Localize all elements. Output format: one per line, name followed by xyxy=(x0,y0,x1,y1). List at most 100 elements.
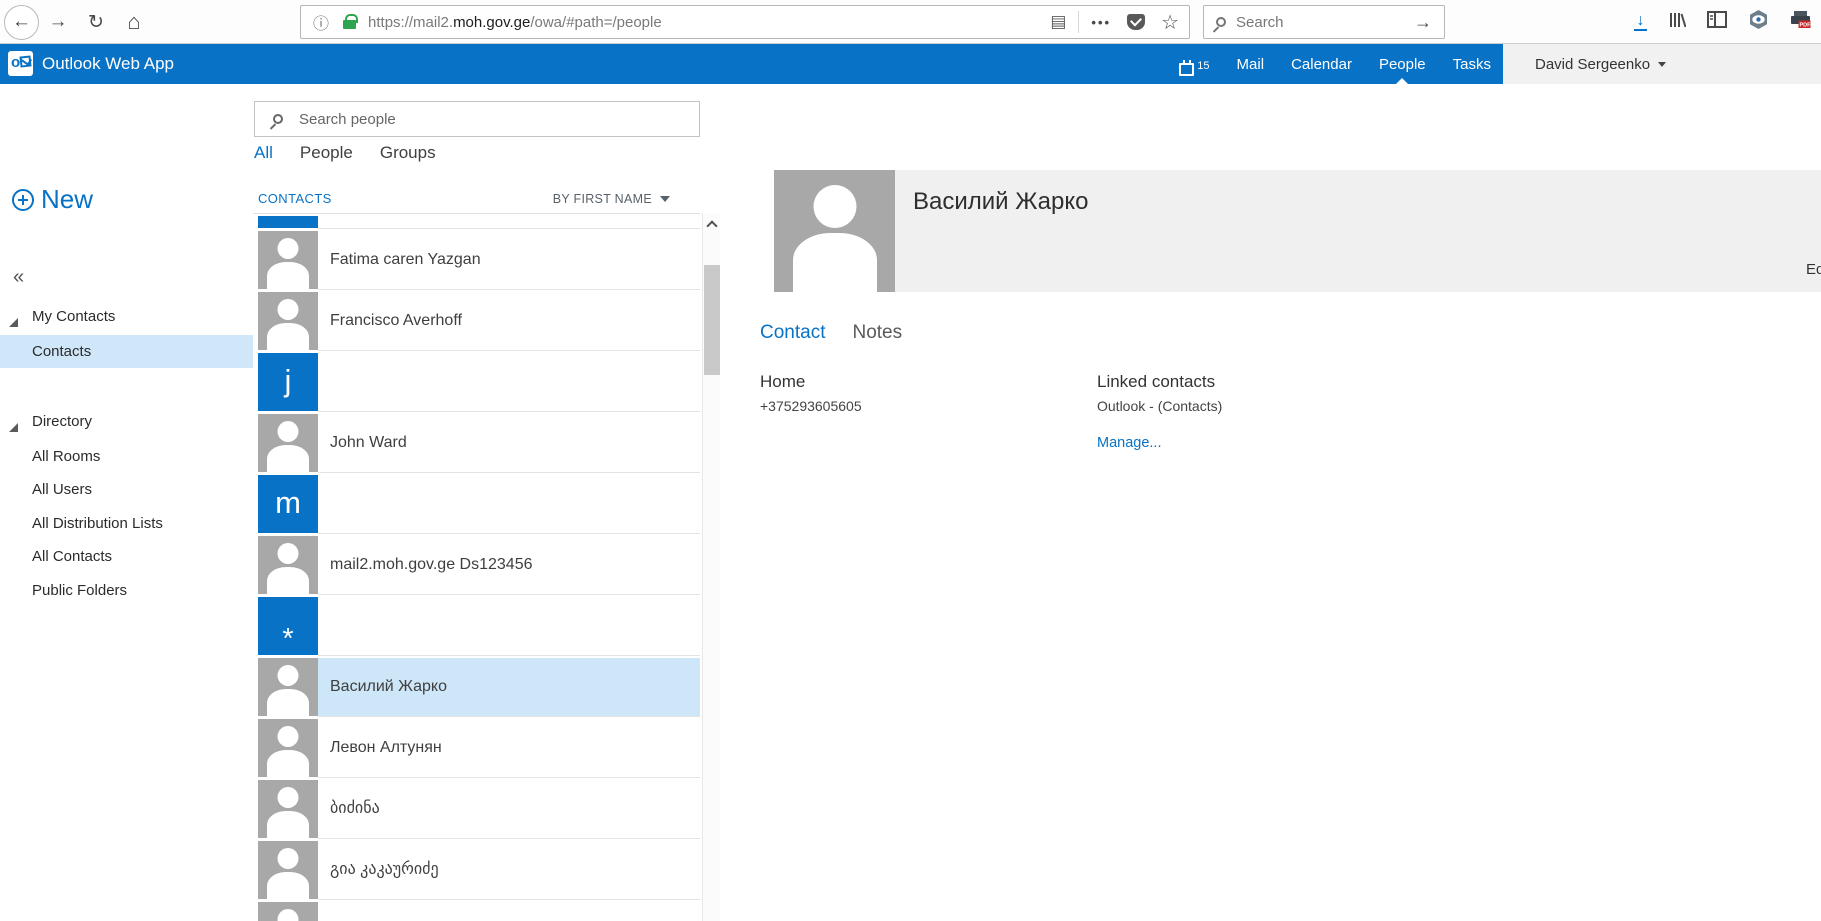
home-icon: ⌂ xyxy=(127,9,140,35)
person-silhouette-icon xyxy=(258,536,318,594)
home-phone-value: +375293605605 xyxy=(760,398,862,414)
reload-button[interactable]: ↻ xyxy=(77,3,115,41)
sidebar-item-all-rooms[interactable]: All Rooms xyxy=(0,446,253,468)
nav-calendar[interactable]: Calendar xyxy=(1291,44,1352,84)
browser-search-box[interactable]: Search → xyxy=(1203,5,1445,39)
letter-group-row[interactable]: j xyxy=(253,353,700,414)
letter-group-row[interactable]: m xyxy=(253,475,700,536)
contact-name: mail2.moh.gov.ge Ds123456 xyxy=(330,536,533,594)
user-name: David Sergeenko xyxy=(1535,56,1650,73)
forward-button[interactable]: → xyxy=(39,3,77,41)
search-people-placeholder: Search people xyxy=(299,111,396,128)
owa-brand: o Outlook Web App xyxy=(8,51,174,76)
sidebar-item-all-users[interactable]: All Users xyxy=(0,479,253,501)
filter-tab-all[interactable]: All xyxy=(254,143,273,163)
library-button[interactable] xyxy=(1668,11,1686,34)
user-menu[interactable]: David Sergeenko xyxy=(1503,44,1821,84)
contact-name: ბიძინა xyxy=(330,780,380,838)
nav-mail[interactable]: Mail xyxy=(1237,44,1265,84)
back-arrow-icon: ← xyxy=(12,11,31,33)
contact-row-partial[interactable] xyxy=(253,902,700,921)
svg-text:PDF: PDF xyxy=(1800,23,1812,29)
nav-people[interactable]: People xyxy=(1379,44,1426,84)
contact-row[interactable]: Левон Алтунян xyxy=(253,719,700,780)
expand-triangle-icon[interactable] xyxy=(9,423,18,432)
person-silhouette-icon xyxy=(258,780,318,838)
contact-name: Francisco Averhoff xyxy=(330,292,462,350)
contact-header-band: Василий Жарко Edit xyxy=(895,170,1821,292)
list-scrollbar[interactable] xyxy=(702,213,720,921)
downloads-button[interactable]: ↓ xyxy=(1634,14,1647,31)
letter-group-row[interactable]: * xyxy=(253,597,700,658)
calendar-reminder-badge[interactable]: 15 xyxy=(1179,44,1209,84)
sidebar-section-directory[interactable]: Directory xyxy=(0,411,253,433)
outlook-logo-icon: o xyxy=(8,51,33,76)
contact-row[interactable]: mail2.moh.gov.ge Ds123456 xyxy=(253,536,700,597)
sidebars-button[interactable] xyxy=(1707,11,1727,33)
contact-row[interactable]: Fatima caren Yazgan xyxy=(253,231,700,292)
reader-mode-icon[interactable]: ▤ xyxy=(1050,12,1066,32)
browser-search-placeholder: Search xyxy=(1236,14,1284,31)
print-pdf-icon[interactable]: PDF xyxy=(1790,10,1811,34)
filter-tab-people[interactable]: People xyxy=(300,143,353,163)
calendar-icon xyxy=(1179,63,1194,76)
bookmark-star-icon[interactable]: ☆ xyxy=(1161,10,1179,35)
sidebar-item-contacts[interactable]: Contacts xyxy=(0,335,253,368)
contact-name: გია კაკაურიძე xyxy=(330,841,439,899)
contacts-list: Fatima caren Yazgan Francisco Averhoff j… xyxy=(253,213,700,921)
contact-name: Василий Жарко xyxy=(330,658,447,716)
collapse-pane-button[interactable]: « xyxy=(13,266,24,289)
url-text: https://mail2.moh.gov.ge/owa/#path=/peop… xyxy=(368,14,662,31)
page-actions-icon[interactable]: ••• xyxy=(1091,15,1111,30)
site-info-icon[interactable]: ⓘ xyxy=(313,10,329,34)
tab-contact[interactable]: Contact xyxy=(760,322,825,344)
letter-tile: * xyxy=(258,597,318,655)
people-list-pane: Search people All People Groups CONTACTS… xyxy=(253,84,722,921)
person-silhouette-icon xyxy=(258,414,318,472)
filter-tab-groups[interactable]: Groups xyxy=(380,143,436,163)
person-silhouette-icon xyxy=(258,841,318,899)
letter-group-row-partial[interactable] xyxy=(253,214,700,231)
contact-row[interactable]: Francisco Averhoff xyxy=(253,292,700,353)
manage-link[interactable]: Manage... xyxy=(1097,435,1222,451)
nav-tasks[interactable]: Tasks xyxy=(1453,44,1491,84)
forward-arrow-icon: → xyxy=(49,11,68,33)
search-people-box[interactable]: Search people xyxy=(254,101,700,137)
home-section-label: Home xyxy=(760,372,862,392)
expand-triangle-icon[interactable] xyxy=(9,318,18,327)
contact-row[interactable]: John Ward xyxy=(253,414,700,475)
url-bar[interactable]: ⓘ https://mail2.moh.gov.ge/owa/#path=/pe… xyxy=(300,5,1190,39)
folders-sidebar: New « My Contacts Contacts Directory All… xyxy=(0,84,253,921)
person-silhouette-icon xyxy=(258,719,318,777)
extension-eye-icon[interactable] xyxy=(1748,9,1769,35)
calendar-count: 15 xyxy=(1197,60,1209,72)
search-icon xyxy=(1216,17,1226,27)
person-silhouette-icon xyxy=(258,292,318,350)
contact-row[interactable]: ბიძინა xyxy=(253,780,700,841)
letter-tile: m xyxy=(258,475,318,533)
sidebar-item-all-contacts[interactable]: All Contacts xyxy=(0,546,253,568)
https-lock-icon[interactable] xyxy=(343,20,356,29)
sidebar-section-my-contacts[interactable]: My Contacts xyxy=(0,306,253,328)
contacts-list-header: CONTACTS xyxy=(258,191,332,206)
new-button[interactable]: New xyxy=(12,184,93,215)
contact-row[interactable]: გია კაკაურიძე xyxy=(253,841,700,902)
screen: ← → ↻ ⌂ ⓘ https://mail2.moh.gov.ge/owa/#… xyxy=(0,0,1821,921)
contact-name: Левон Алтунян xyxy=(330,719,442,777)
contact-name: John Ward xyxy=(330,414,407,472)
tab-notes[interactable]: Notes xyxy=(852,322,902,344)
home-button[interactable]: ⌂ xyxy=(115,3,153,41)
pocket-icon[interactable] xyxy=(1127,14,1145,30)
sort-by-dropdown[interactable]: BY FIRST NAME xyxy=(553,192,670,206)
browser-toolbar: ← → ↻ ⌂ ⓘ https://mail2.moh.gov.ge/owa/#… xyxy=(0,0,1821,44)
go-arrow-icon[interactable]: → xyxy=(1414,12,1432,33)
back-button[interactable]: ← xyxy=(4,5,39,40)
scrollbar-thumb[interactable] xyxy=(704,265,720,375)
sidebar-item-public-folders[interactable]: Public Folders xyxy=(0,580,253,602)
linked-contacts-label: Linked contacts xyxy=(1097,372,1222,392)
contact-row[interactable]: Василий Жарко xyxy=(253,658,700,719)
scroll-up-icon[interactable] xyxy=(706,220,717,231)
edit-link[interactable]: Edit xyxy=(1806,261,1821,278)
sidebar-item-all-distribution-lists[interactable]: All Distribution Lists xyxy=(0,513,253,535)
search-icon xyxy=(273,114,283,124)
